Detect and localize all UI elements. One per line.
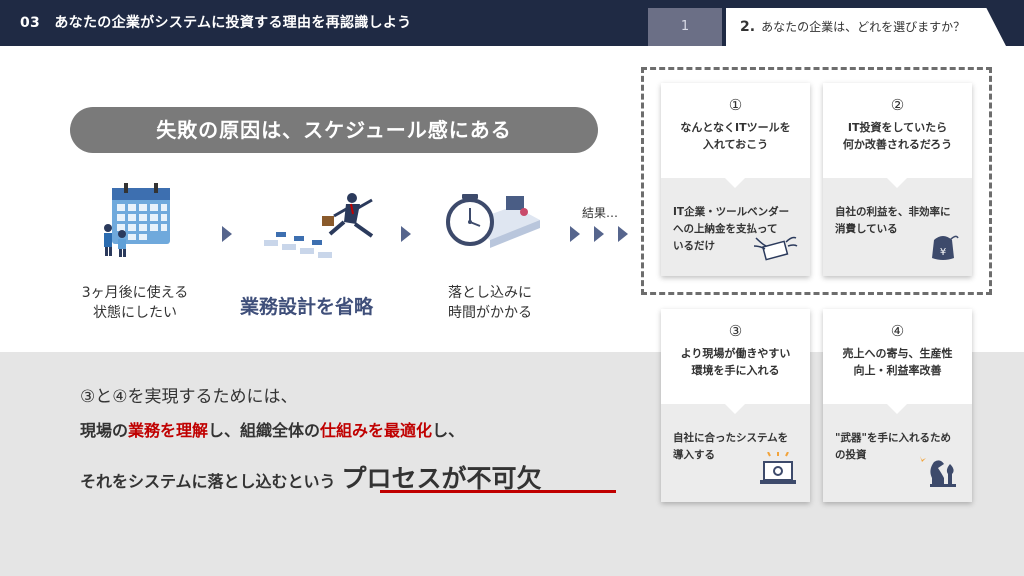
step-arrow-1 (222, 226, 232, 242)
failure-cause-heading: 失敗の原因は、スケジュール感にある (70, 107, 598, 153)
step-3-text: 落とし込みに 時間がかかる (448, 285, 532, 321)
card-2: ② IT投資をしていたら 何か改善されるだろう 自社の利益を、非効率に 消費している… (823, 83, 972, 276)
card-title: 売上への寄与、生産性 向上・利益率改善 (842, 347, 953, 377)
skipping-businessman-illustration (260, 186, 386, 266)
result-arrow-2 (594, 226, 604, 242)
result-arrow-3 (618, 226, 628, 242)
step-2-text: 業務設計を省略 (240, 296, 374, 318)
chess-pieces-icon (916, 450, 960, 492)
tab-1[interactable]: 1 (648, 8, 722, 46)
card-title: より現場が働きやすい 環境を手に入れる (680, 347, 791, 377)
tab-2[interactable]: 2. あなたの企業は、どれを選びますか？ (726, 8, 1006, 46)
step-1-text: 3ヶ月後に使える 状態にしたい (81, 285, 189, 321)
result-label: 結果… (582, 206, 619, 220)
result-arrow-1 (570, 226, 580, 242)
section-title: 03 あなたの企業がシステムに投資する理由を再認識しよう (20, 15, 412, 31)
svg-text:¥: ¥ (940, 247, 946, 258)
card-3: ③ より現場が働きやすい 環境を手に入れる 自社に合ったシステムを 導入する (661, 309, 810, 502)
header-bar: 03 あなたの企業がシステムに投資する理由を再認識しよう 1 2. あなたの企業は… (0, 0, 1024, 46)
card-title: なんとなくITツールを 入れておこう (680, 121, 791, 151)
card-4: ④ 売上への寄与、生産性 向上・利益率改善 "武器"を手に入れるため の投資 (823, 309, 972, 502)
card-title: IT投資をしていたら 何か改善されるだろう (842, 121, 953, 151)
key-message: プロセスが不可欠 (341, 464, 542, 493)
yen-wallet-icon: ¥ (926, 232, 960, 266)
card-number: ④ (890, 322, 905, 340)
card-number: ② (890, 96, 905, 114)
bottom-line-2: 現場の業務を理解し、組織全体の仕組みを最適化し、 (80, 421, 465, 440)
step-arrow-2 (401, 226, 411, 242)
laptop-gear-icon (758, 451, 798, 492)
flying-money-icon (752, 234, 798, 266)
card-1: ① なんとなくITツールを 入れておこう IT企業・ツールベンダー への上納金を支払… (661, 83, 810, 276)
bottom-line-1: ③と④を実現するためには、 (80, 387, 298, 407)
calendar-illustration (98, 180, 178, 262)
key-message-underline (380, 490, 616, 493)
tab-2-number: 2. (740, 19, 756, 35)
clock-desk-illustration (444, 184, 540, 266)
card-number: ③ (728, 322, 743, 340)
card-number: ① (728, 96, 743, 114)
tab-2-label: あなたの企業は、どれを選びますか？ (761, 20, 966, 34)
